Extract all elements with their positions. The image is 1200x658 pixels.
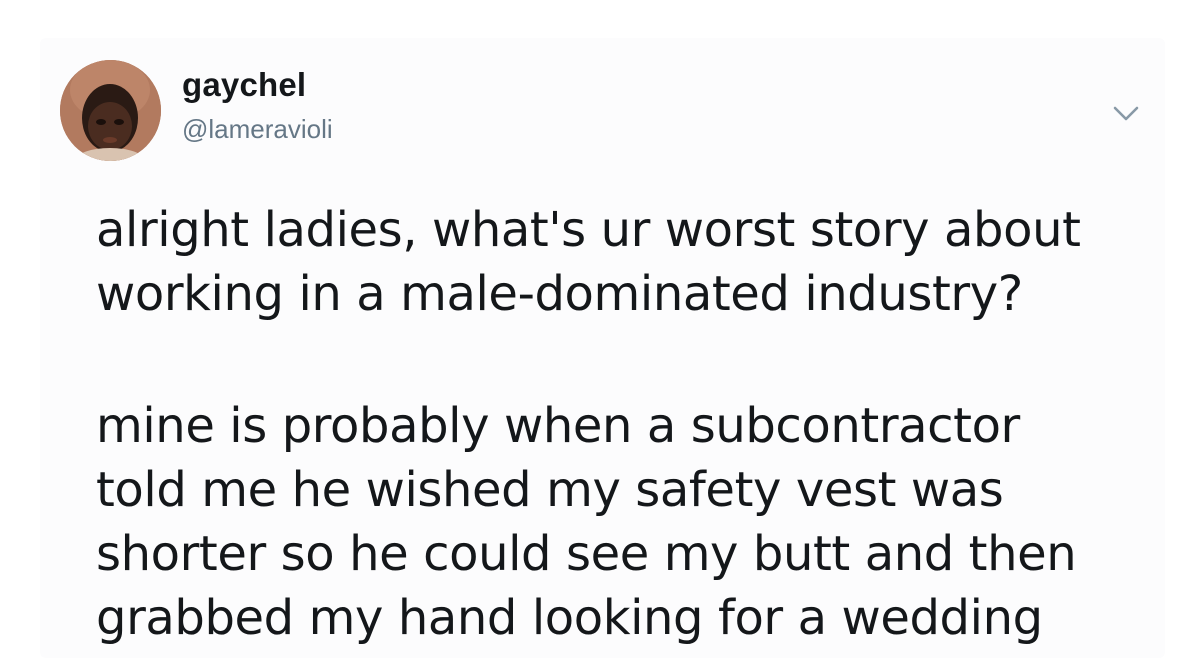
user-handle[interactable]: @lameravioli — [182, 114, 333, 145]
tweet-text-line: shorter so he could see my butt and then — [96, 526, 1077, 582]
avatar-photo-icon — [60, 60, 161, 161]
tweet-text-line: grabbed my hand looking for a wedding — [96, 590, 1043, 646]
tweet-text: alright ladies, what's ur worst story ab… — [96, 198, 1186, 650]
tweet-text-line: mine is probably when a subcontractor — [96, 398, 1020, 454]
avatar[interactable] — [60, 60, 161, 161]
chevron-down-icon — [1113, 106, 1139, 121]
paragraph-break — [96, 326, 1186, 394]
display-name[interactable]: gaychel — [182, 66, 306, 104]
tweet-text-line: alright ladies, what's ur worst story ab… — [96, 202, 1081, 258]
tweet-menu-button[interactable] — [1108, 100, 1144, 130]
tweet-text-line: working in a male-dominated industry? — [96, 266, 1023, 322]
tweet-text-line: told me he wished my safety vest was — [96, 462, 1004, 518]
